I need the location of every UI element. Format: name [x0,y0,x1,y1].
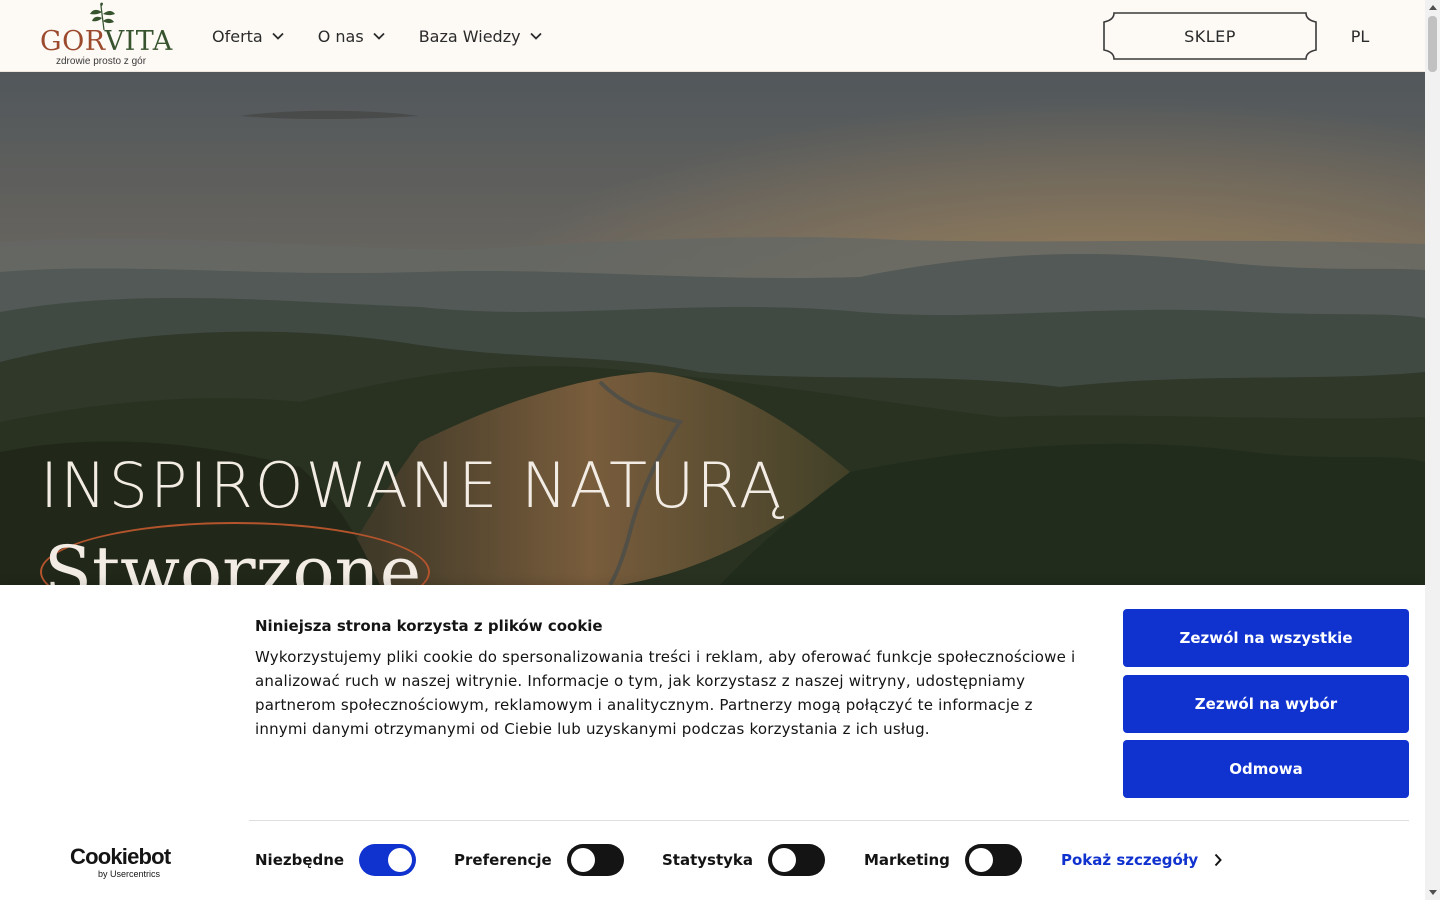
nav-item-label: O nas [317,26,364,46]
toggle-knob [968,848,993,872]
gorvita-logo[interactable]: GORVITA zdrowie prosto z gór [36,2,176,70]
toggle-switch[interactable] [768,844,826,876]
logo-wordmark-part2: VITA [104,26,173,57]
toggle-label: Niezbędne [255,851,345,869]
nav-item-o-nas[interactable]: O nas [318,27,385,46]
site-header: GORVITA zdrowie prosto z gór Oferta O na… [0,0,1425,72]
deny-button[interactable]: Odmowa [1123,740,1409,798]
hero-subtitle: Stworzone [44,531,422,585]
show-details-label: Pokaż szczegóły [1061,851,1199,869]
cookiebot-byline: by Usercentrics [98,869,161,879]
toggle-switch[interactable] [964,844,1022,876]
cookie-consent-banner: Niniejsza strona korzysta z plików cooki… [0,585,1425,900]
main-nav: Oferta O nas Baza Wiedzy [212,0,576,72]
nav-item-label: Baza Wiedzy [418,26,521,46]
toggle-label: Preferencje [454,851,552,869]
logo-tagline: zdrowie prosto z gór [56,56,147,67]
scroll-down-arrow-icon[interactable] [1425,885,1440,900]
shop-button-label: SKLEP [1184,26,1236,46]
cookie-title: Niniejsza strona korzysta z plików cooki… [255,617,603,635]
chevron-down-icon [529,32,542,40]
language-switcher[interactable]: PL [1344,0,1376,72]
chevron-down-icon [373,32,385,40]
toggle-preferences: Preferencje [454,843,624,877]
scrollbar-thumb[interactable] [1428,16,1437,72]
nav-item-label: Oferta [212,26,263,46]
toggle-knob [772,848,797,872]
toggle-switch[interactable] [359,844,417,876]
page-scrollbar[interactable] [1425,0,1440,900]
toggle-necessary: Niezbędne [255,843,417,877]
cookiebot-wordmark: Cookiebot [70,844,171,869]
toggle-switch[interactable] [566,844,624,876]
cookie-description: Wykorzystujemy pliki cookie do spersonal… [255,648,1076,738]
cookiebot-logo[interactable]: Cookiebot by Usercentrics [70,844,180,880]
chevron-right-icon [1214,853,1223,867]
allow-all-button[interactable]: Zezwól na wszystkie [1123,609,1409,667]
chevron-down-icon [272,32,284,40]
allow-selection-button[interactable]: Zezwól na wybór [1123,675,1409,733]
toggle-marketing: Marketing [864,843,1022,877]
toggle-statistics: Statystyka [662,843,826,877]
scroll-up-arrow-icon[interactable] [1425,0,1440,15]
show-details-link[interactable]: Pokaż szczegóły [1061,843,1223,877]
toggle-label: Marketing [864,851,950,869]
hero-title: INSPIROWANE NATURĄ [40,449,784,522]
nav-item-oferta[interactable]: Oferta [212,27,284,46]
logo-wordmark-part1: GOR [40,26,105,57]
cookie-divider [249,820,1409,821]
logo-wordmark: GORVITA [40,26,173,58]
toggle-label: Statystyka [662,851,754,869]
toggle-knob [570,848,595,872]
shop-button[interactable]: SKLEP [1102,12,1318,60]
hero-section: INSPIROWANE NATURĄ Stworzone [0,72,1425,585]
nav-item-baza-wiedzy[interactable]: Baza Wiedzy [419,27,542,46]
toggle-knob [388,848,413,872]
